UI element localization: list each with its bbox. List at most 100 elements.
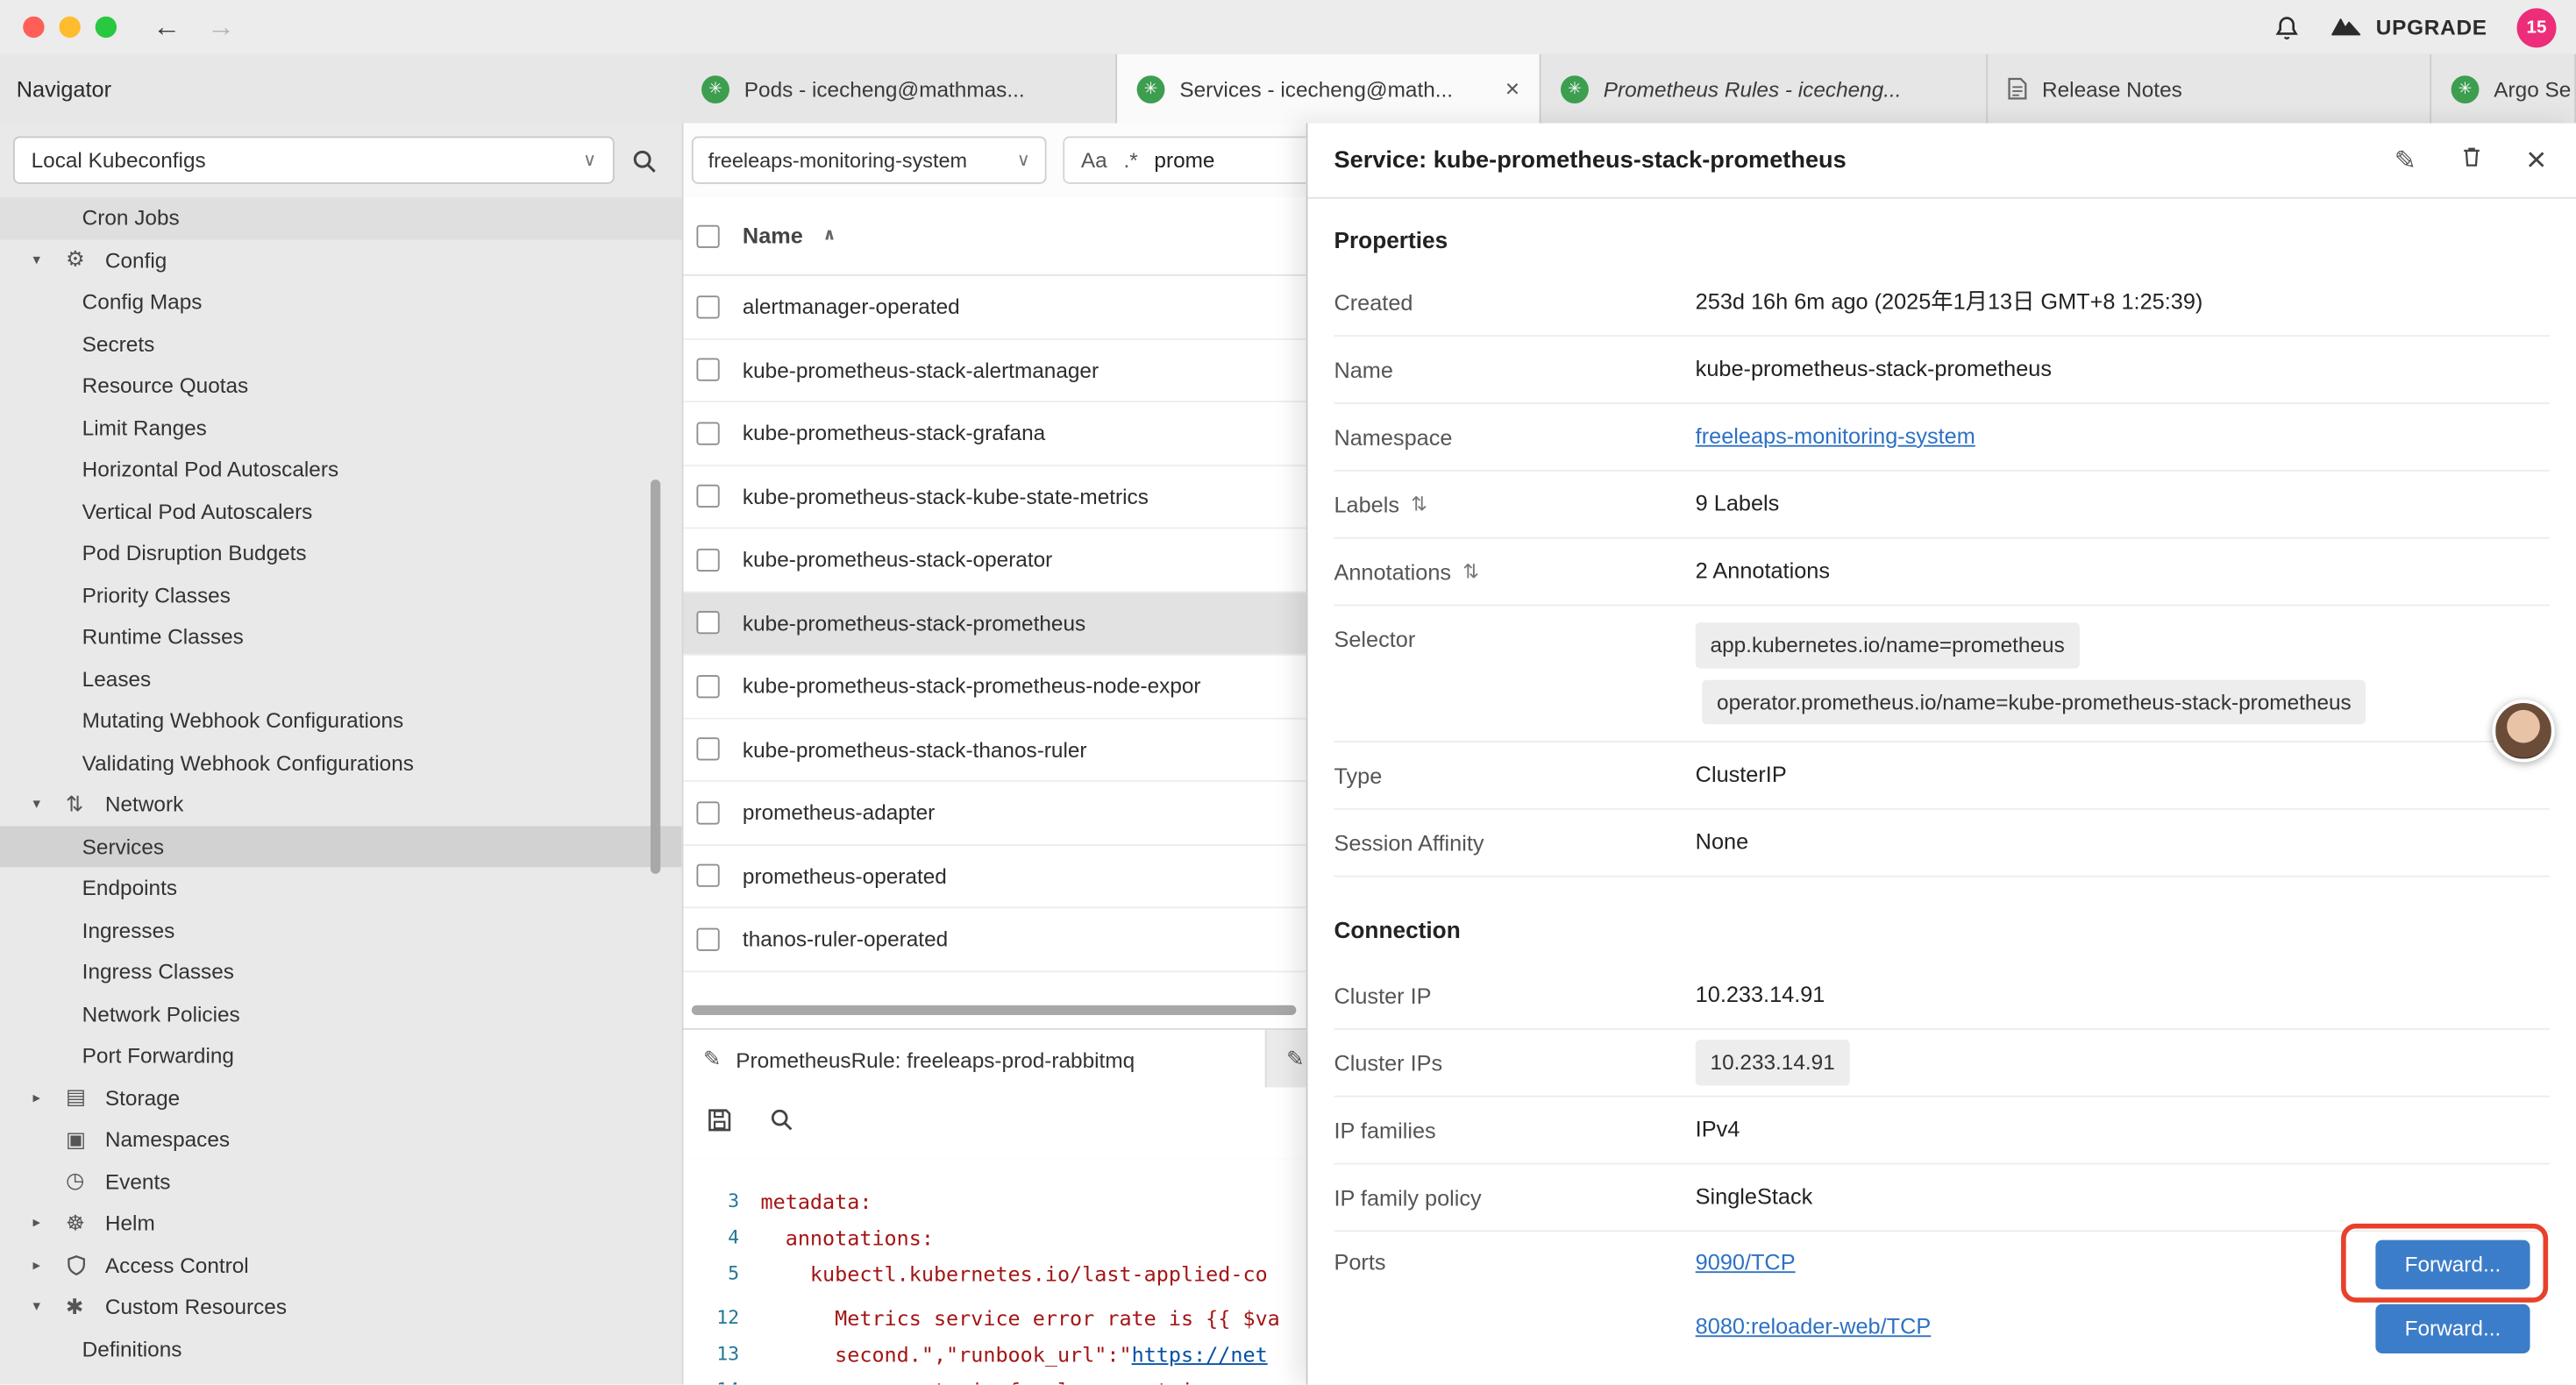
delete-trash-icon[interactable] <box>2459 144 2483 176</box>
table-row[interactable]: prometheus-adapter <box>683 782 1306 845</box>
row-checkbox[interactable] <box>696 801 719 824</box>
tab-close-icon[interactable]: × <box>1492 75 1519 103</box>
row-checkbox[interactable] <box>696 359 719 381</box>
sidebar-item-resource-quotas[interactable]: Resource Quotas <box>0 365 682 407</box>
sidebar-item-events[interactable]: ◷ Events <box>0 1161 682 1203</box>
table-row[interactable]: prometheus-operated <box>683 845 1306 908</box>
chevron-right-icon[interactable]: ▸ <box>0 1214 66 1232</box>
tab-pods[interactable]: ✳ Pods - icecheng@mathmas... <box>682 54 1118 124</box>
yaml-editor[interactable]: 3metadata: 4 annotations: 5 kubectl.kube… <box>683 1160 1306 1385</box>
property-value[interactable]: 2 Annotations <box>1696 557 2550 586</box>
row-checkbox[interactable] <box>696 295 719 318</box>
table-row[interactable]: kube-prometheus-stack-alertmanager <box>683 339 1306 402</box>
chevron-down-icon[interactable]: ▾ <box>0 251 66 269</box>
namespace-link[interactable]: freeleaps-monitoring-system <box>1696 423 1975 448</box>
notifications-bell-icon[interactable] <box>2274 14 2301 40</box>
column-header-name[interactable]: Name <box>743 224 803 248</box>
forward-button-8080[interactable]: Forward... <box>2375 1303 2530 1353</box>
table-row[interactable]: kube-prometheus-stack-thanos-ruler <box>683 719 1306 782</box>
sidebar-item-vertical-pod-autoscalers[interactable]: Vertical Pod Autoscalers <box>0 490 682 532</box>
sidebar-item-runtime-classes[interactable]: Runtime Classes <box>0 616 682 658</box>
sidebar-item-ingress-classes[interactable]: Ingress Classes <box>0 951 682 993</box>
sidebar-item-network-policies[interactable]: Network Policies <box>0 993 682 1035</box>
close-icon[interactable]: × <box>2526 143 2546 177</box>
sidebar-item-mutating-webhook-configurations[interactable]: Mutating Webhook Configurations <box>0 700 682 742</box>
table-row-selected[interactable]: kube-prometheus-stack-prometheus <box>683 592 1306 655</box>
table-row[interactable]: kube-prometheus-stack-kube-state-metrics <box>683 465 1306 529</box>
row-checkbox[interactable] <box>696 864 719 887</box>
sidebar-item-custom-resources[interactable]: ▾ ✱ Custom Resources <box>0 1286 682 1328</box>
save-icon[interactable] <box>707 1106 733 1140</box>
chevron-right-icon[interactable]: ▸ <box>0 1089 66 1107</box>
sidebar-item-limit-ranges[interactable]: Limit Ranges <box>0 407 682 449</box>
table-row[interactable]: thanos-ruler-operated <box>683 908 1306 971</box>
select-all-checkbox[interactable] <box>696 224 719 247</box>
row-checkbox[interactable] <box>696 927 719 950</box>
forward-button-9090[interactable]: Forward... <box>2375 1239 2530 1289</box>
sidebar-item-secrets[interactable]: Secrets <box>0 323 682 365</box>
row-checkbox[interactable] <box>696 611 719 634</box>
sidebar-item-ingresses[interactable]: Ingresses <box>0 909 682 951</box>
tab-release-notes[interactable]: Release Notes <box>1988 54 2431 124</box>
sidebar-item-access-control[interactable]: ▸ Access Control <box>0 1244 682 1286</box>
back-icon[interactable]: ← <box>153 13 181 41</box>
expand-icon[interactable]: ⇅ <box>1462 560 1479 583</box>
sidebar-item-validating-webhook-configurations[interactable]: Validating Webhook Configurations <box>0 742 682 784</box>
sidebar-item-network[interactable]: ▾ ⇅ Network <box>0 784 682 826</box>
sidebar-item-pod-disruption-budgets[interactable]: Pod Disruption Budgets <box>0 532 682 574</box>
folded-region[interactable] <box>683 1291 1306 1299</box>
dock-tab-prometheusrule[interactable]: ✎ PrometheusRule: freeleaps-prod-rabbitm… <box>683 1030 1266 1089</box>
tab-argo[interactable]: ✳ Argo Se <box>2431 54 2576 124</box>
sidebar-item-port-forwarding[interactable]: Port Forwarding <box>0 1034 682 1076</box>
chevron-down-icon[interactable]: ▾ <box>0 1298 66 1317</box>
sidebar-item-config-maps[interactable]: Config Maps <box>0 281 682 323</box>
kubeconfig-selector[interactable]: Local Kubeconfigs ∨ <box>13 137 615 184</box>
row-checkbox[interactable] <box>696 675 719 698</box>
match-case-toggle[interactable]: Aa <box>1081 148 1107 173</box>
sidebar-item-helm[interactable]: ▸ ☸ Helm <box>0 1203 682 1245</box>
sidebar-item-namespaces[interactable]: ▣ Namespaces <box>0 1119 682 1161</box>
sidebar-item-config[interactable]: ▾ ⚙ Config <box>0 239 682 281</box>
search-icon[interactable] <box>631 147 658 174</box>
sidebar-item-services[interactable]: Services <box>0 826 682 868</box>
sidebar-item-storage[interactable]: ▸ ▤ Storage <box>0 1076 682 1119</box>
sidebar-item-endpoints[interactable]: Endpoints <box>0 867 682 909</box>
regex-toggle[interactable]: .* <box>1123 148 1137 173</box>
table-row[interactable]: kube-prometheus-stack-prometheus-node-ex… <box>683 656 1306 719</box>
dock-tab-partial[interactable]: ✎ <box>1267 1030 1306 1089</box>
edit-pencil-icon[interactable]: ✎ <box>2395 144 2416 176</box>
port-link-9090[interactable]: 9090/TCP <box>1696 1249 1796 1279</box>
horizontal-scrollbar[interactable] <box>692 1005 1297 1015</box>
tab-services[interactable]: ✳ Services - icecheng@math... × <box>1117 54 1541 124</box>
search-input[interactable]: Aa .* prome <box>1063 137 1306 184</box>
sidebar-item-leases[interactable]: Leases <box>0 657 682 700</box>
table-row[interactable]: alertmanager-operated <box>683 276 1306 339</box>
namespace-selector[interactable]: freeleaps-monitoring-system ∨ <box>692 137 1047 184</box>
notification-count-badge[interactable]: 15 <box>2517 7 2557 46</box>
sidebar-item-cron-jobs[interactable]: Cron Jobs <box>0 197 682 239</box>
expand-icon[interactable]: ⇅ <box>1411 493 1427 515</box>
tab-prometheus-rules[interactable]: ✳ Prometheus Rules - icecheng... <box>1541 54 1989 124</box>
row-checkbox[interactable] <box>696 548 719 571</box>
sidebar-scrollbar[interactable] <box>651 479 660 874</box>
port-link-8080[interactable]: 8080:reloader-web/TCP <box>1696 1313 1932 1343</box>
zoom-window-button[interactable] <box>96 17 117 38</box>
search-icon[interactable] <box>769 1107 793 1140</box>
close-window-button[interactable] <box>23 17 44 38</box>
property-value[interactable]: 9 Labels <box>1696 489 2550 519</box>
row-checkbox[interactable] <box>696 422 719 444</box>
minimize-window-button[interactable] <box>59 17 80 38</box>
sidebar-item-horizontal-pod-autoscalers[interactable]: Horizontal Pod Autoscalers <box>0 449 682 491</box>
chevron-right-icon[interactable]: ▸ <box>0 1256 66 1275</box>
sort-ascending-icon[interactable]: ∧ <box>822 227 836 245</box>
row-checkbox[interactable] <box>696 738 719 761</box>
table-row[interactable]: kube-prometheus-stack-operator <box>683 529 1306 592</box>
sidebar-item-priority-classes[interactable]: Priority Classes <box>0 574 682 616</box>
avatar[interactable] <box>2492 700 2554 762</box>
upgrade-button[interactable]: UPGRADE <box>2330 14 2487 40</box>
chevron-down-icon[interactable]: ▾ <box>0 795 66 813</box>
forward-icon[interactable]: → <box>207 13 235 41</box>
sidebar-item-definitions[interactable]: Definitions <box>0 1328 682 1370</box>
table-row[interactable]: kube-prometheus-stack-grafana <box>683 402 1306 465</box>
row-checkbox[interactable] <box>696 485 719 508</box>
